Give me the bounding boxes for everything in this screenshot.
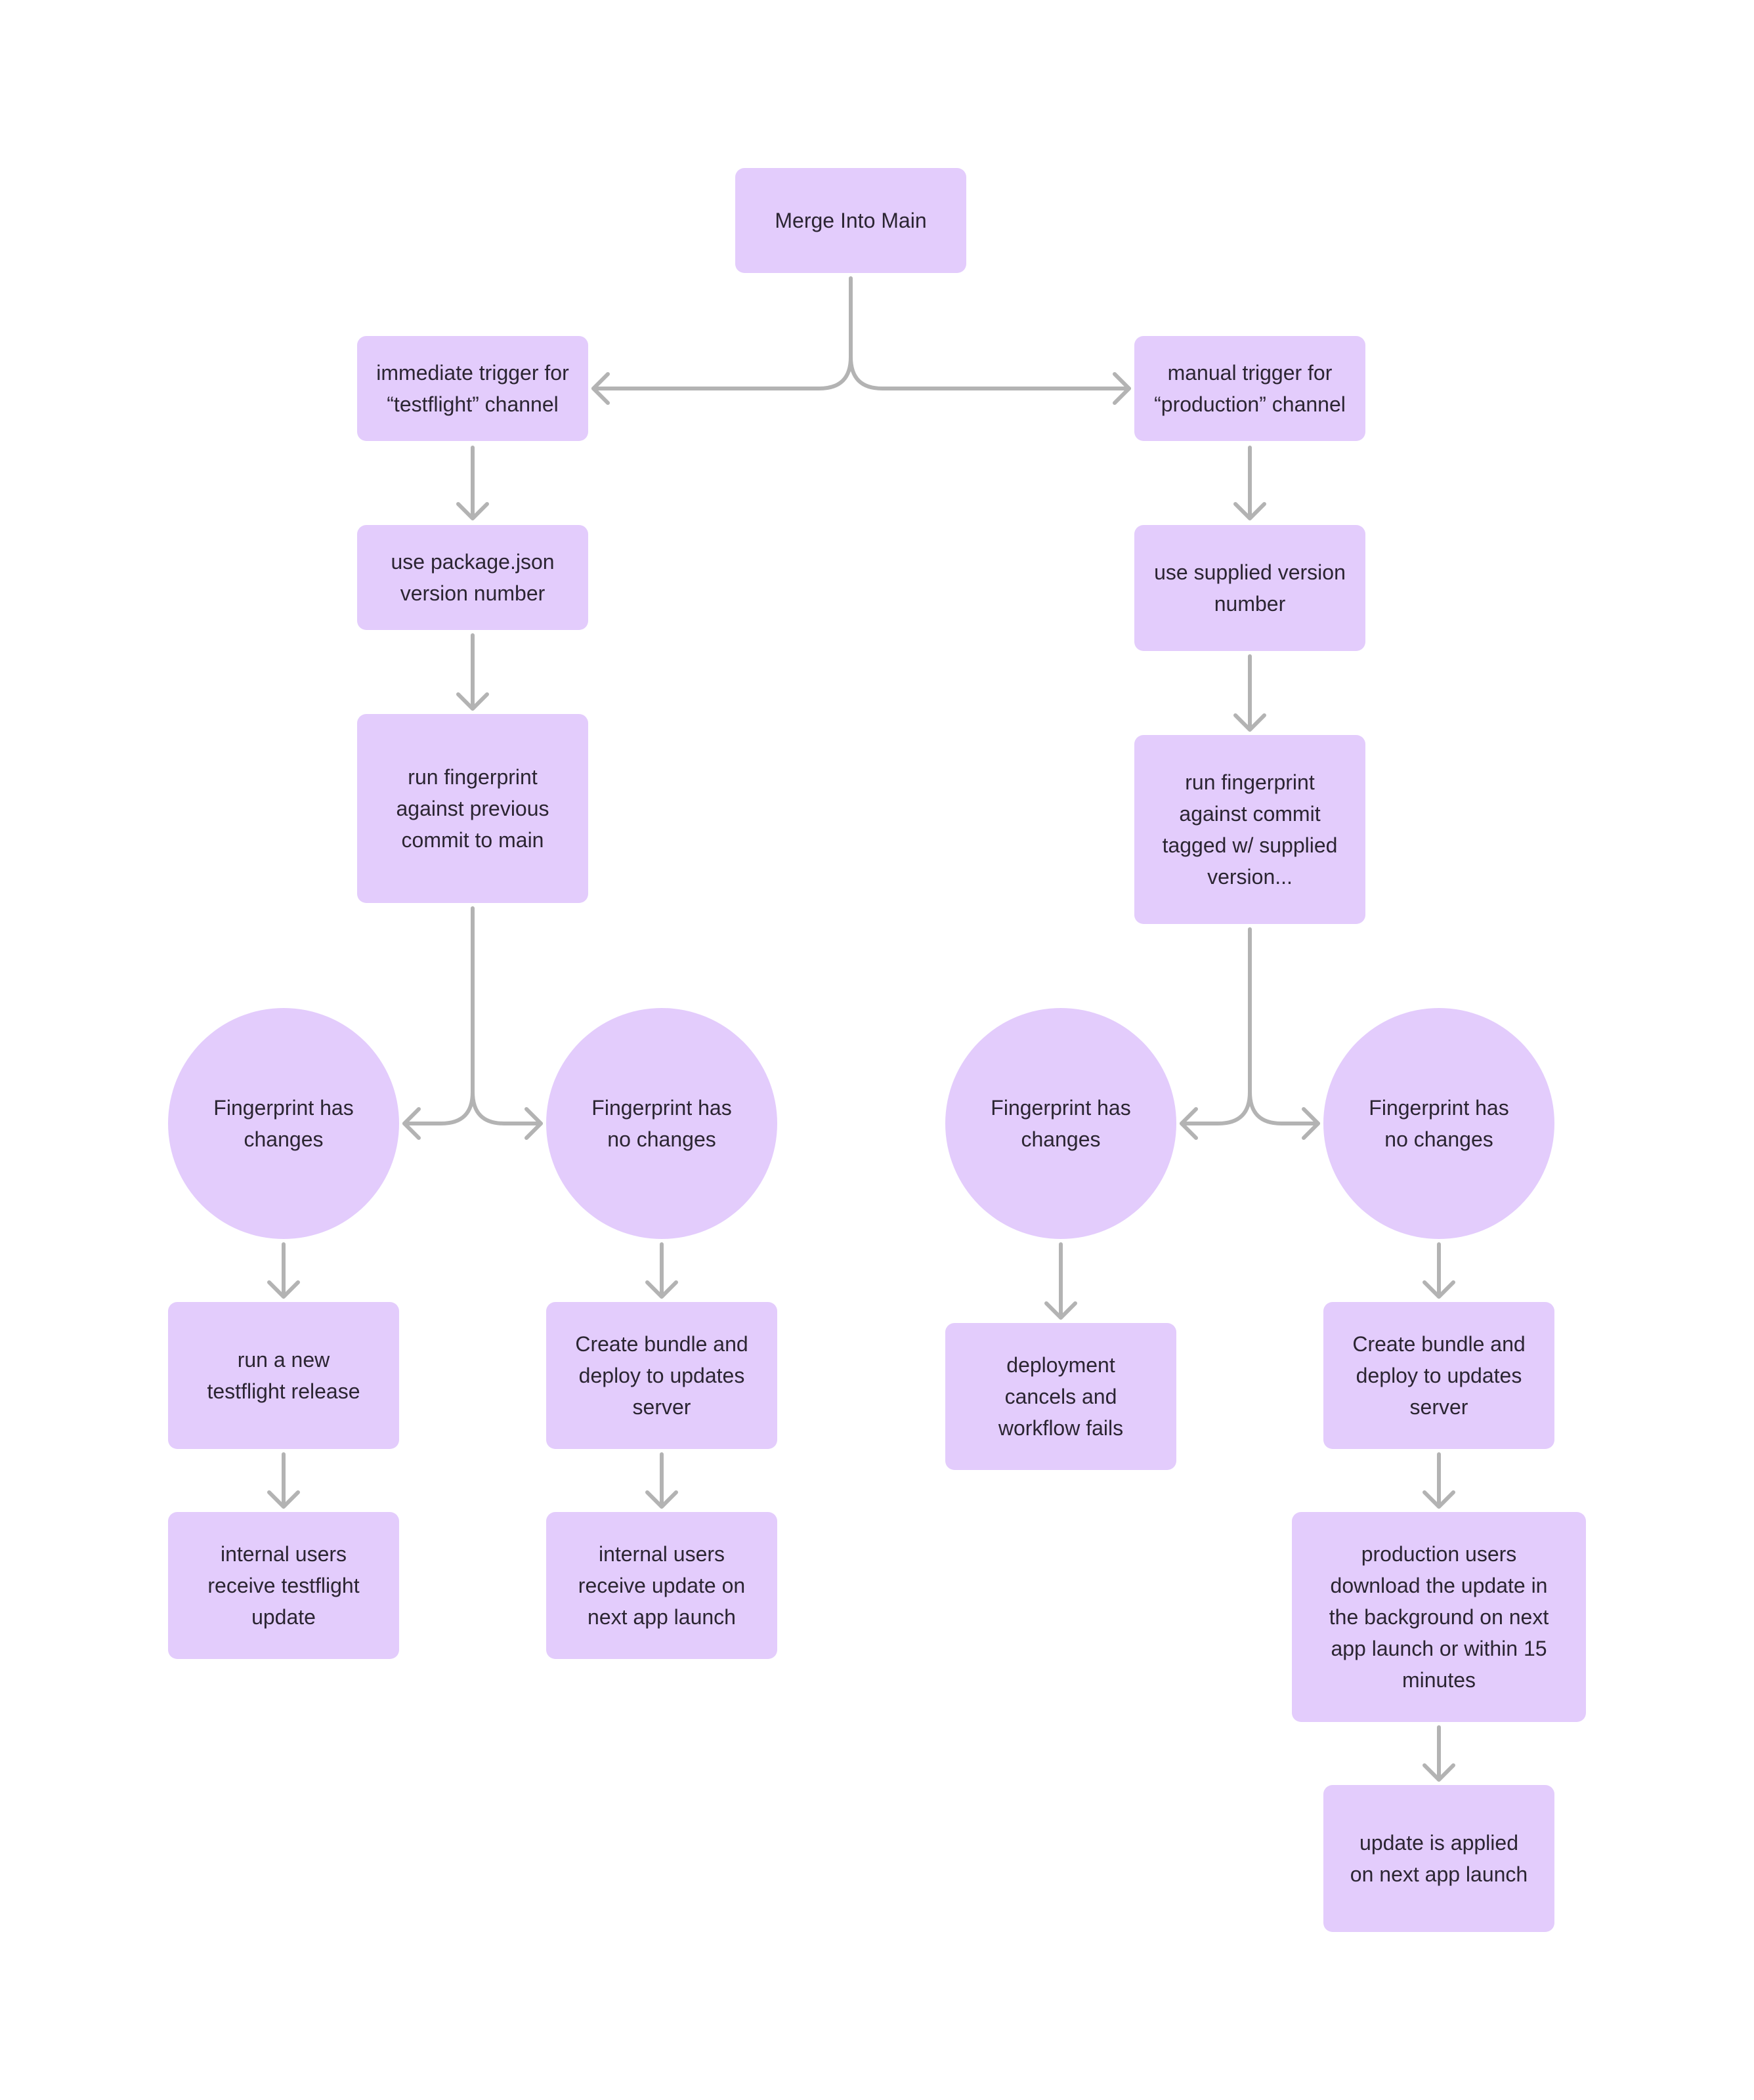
node-update-applied: update is applied on next app launch [1323,1785,1554,1932]
node-fingerprint-tagged: run fingerprint against commit tagged w/… [1134,735,1365,924]
arrowhead-tf-no-changes [524,1107,543,1140]
decision-tf-no-changes: Fingerprint has no changes [546,1008,777,1239]
node-label: run fingerprint against previous commit … [396,765,549,852]
connector-supplied-to-fingerprint [1233,654,1266,732]
node-label: deployment cancels and workflow fails [998,1353,1124,1440]
connector-prod-changes-to-fail [1044,1242,1077,1320]
connector-download-to-applied [1422,1725,1455,1782]
node-label: internal users receive update on next ap… [578,1542,746,1629]
decision-tf-changes: Fingerprint has changes [168,1008,399,1239]
connector-bundle-to-internal-update [645,1452,678,1509]
node-label: Fingerprint has changes [991,1096,1131,1151]
node-label: run fingerprint against commit tagged w/… [1162,770,1338,889]
arrowhead-prod-changes [1180,1107,1198,1140]
connector-package-to-fingerprint [456,633,489,711]
node-label: immediate trigger for “testflight” chann… [376,361,569,416]
arrowhead-prod-no-changes [1302,1107,1320,1140]
node-label: internal users receive testflight update [207,1542,360,1629]
node-label: production users download the update in … [1329,1542,1549,1692]
node-fingerprint-previous: run fingerprint against previous commit … [357,714,588,903]
connector-tf-changes-to-release [267,1242,300,1299]
connector-trigger-to-package [456,446,489,520]
node-internal-testflight-update: internal users receive testflight update [168,1512,399,1659]
node-merge-into-main: Merge Into Main [735,168,966,273]
node-supplied-version: use supplied version number [1134,525,1365,651]
node-label: Fingerprint has no changes [591,1096,732,1151]
node-label: Create bundle and deploy to updates serv… [575,1332,748,1419]
node-label: use supplied version number [1154,560,1346,616]
node-prod-create-bundle: Create bundle and deploy to updates serv… [1323,1302,1554,1449]
arrowhead-right-production [1113,372,1131,405]
connector-trigger-to-supplied [1233,446,1266,520]
connector-tf-nochanges-to-bundle [645,1242,678,1299]
flowchart-canvas: Merge Into Main immediate trigger for “t… [0,0,1754,2100]
node-label: Merge Into Main [775,209,927,232]
node-label: use package.json version number [391,550,555,605]
arrowhead-left-testflight [591,372,610,405]
arrowhead-tf-changes [402,1107,421,1140]
node-internal-update-next-launch: internal users receive update on next ap… [546,1512,777,1659]
decision-prod-no-changes: Fingerprint has no changes [1323,1008,1554,1239]
connector-fingerprint-fork-right [1180,927,1320,1125]
node-label: Create bundle and deploy to updates serv… [1352,1332,1526,1419]
decision-prod-changes: Fingerprint has changes [945,1008,1176,1239]
node-label: manual trigger for “production” channel [1154,361,1346,416]
connector-release-to-internal [267,1452,300,1509]
node-production-trigger: manual trigger for “production” channel [1134,336,1365,441]
node-new-testflight-release: run a new testflight release [168,1302,399,1449]
connector-merge-fork [591,276,1131,390]
node-tf-create-bundle: Create bundle and deploy to updates serv… [546,1302,777,1449]
connector-prod-nochanges-to-bundle [1422,1242,1455,1299]
node-testflight-trigger: immediate trigger for “testflight” chann… [357,336,588,441]
node-label: update is applied on next app launch [1350,1831,1528,1886]
node-label: Fingerprint has no changes [1369,1096,1509,1151]
node-package-version: use package.json version number [357,525,588,630]
node-deployment-fails: deployment cancels and workflow fails [945,1323,1176,1470]
connector-fingerprint-fork-left [402,906,543,1125]
node-label: run a new testflight release [207,1348,360,1403]
connector-bundle-to-download [1422,1452,1455,1509]
node-label: Fingerprint has changes [213,1096,354,1151]
node-production-download: production users download the update in … [1292,1512,1586,1722]
